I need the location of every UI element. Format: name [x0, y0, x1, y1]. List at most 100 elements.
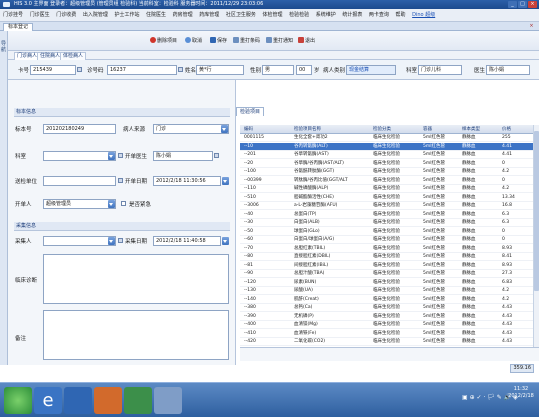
chevron-down-icon[interactable]	[108, 200, 115, 208]
menu-item-lab[interactable]: 检验检验	[289, 12, 309, 18]
table-row[interactable]: --140 肌酐(Creat) 临床生化检验 5ml红色管 静脉血 4.2	[240, 296, 533, 304]
table-row[interactable]: --80 直接胆红素(DBIL) 临床生化检验 5ml红色管 静脉血 8.41	[240, 253, 533, 262]
window-switch-icon[interactable]	[64, 387, 92, 414]
cancel-button[interactable]: 取消	[185, 37, 202, 46]
sex-field[interactable]: 男	[262, 65, 294, 75]
table-row-parent[interactable]: 0001115 生化全套+肾功2 临床生化检验 5ml红色管 静脉血 255	[240, 134, 533, 143]
menu-item-outpatient-register[interactable]: 门诊挂号	[3, 12, 23, 18]
clinic-no-field[interactable]: 16237	[107, 65, 177, 75]
menu-item-card-query[interactable]: 两卡查询	[369, 12, 389, 18]
dept-select[interactable]	[43, 151, 116, 161]
patient-type-field[interactable]: 现金结算	[346, 65, 396, 75]
remark-textarea[interactable]	[43, 310, 229, 360]
reprint-slip-button[interactable]: 重打通知	[266, 37, 293, 46]
col-item-name[interactable]: 检验项目名称	[294, 125, 321, 134]
tab-checkup[interactable]: 体检病人	[60, 52, 87, 60]
office-icon[interactable]	[94, 387, 122, 414]
menu-item-reports[interactable]: 统计报表	[342, 12, 362, 18]
browser-icon[interactable]: e	[34, 387, 62, 414]
tab-specimen-register[interactable]: 标本登记	[3, 23, 34, 31]
table-row[interactable]: --30 白蛋白(ALB) 临床生化检验 5ml红色管 静脉血 6.3	[240, 219, 533, 228]
col-sample-type[interactable]: 样本类型	[462, 125, 480, 134]
table-row[interactable]: --390 无机磷(P) 临床生化检验 5ml红色管 静脉血 4.43	[240, 313, 533, 321]
age-field[interactable]: 00	[296, 65, 312, 75]
table-row[interactable]: --10 谷丙转氨酶(ALT) 临床生化检验 5ml红色管 静脉血 4.41	[240, 142, 533, 151]
grid-scrollbar[interactable]	[533, 125, 539, 347]
col-category[interactable]: 检验分类	[373, 125, 391, 134]
table-row[interactable]: --510 胆碱酯酶活性(CHE) 临床生化检验 5ml红色管 静脉血 13.34	[240, 194, 533, 202]
table-row[interactable]: --60 白蛋白/球蛋白(A/G) 临床生化检验 5ml红色管 静脉血 0	[240, 236, 533, 245]
save-button[interactable]: 保存	[210, 37, 227, 46]
unit-field[interactable]	[43, 176, 116, 186]
calendar-dropdown-icon[interactable]	[222, 177, 229, 185]
card-reader-icon[interactable]	[77, 67, 82, 72]
col-container[interactable]: 容器	[423, 125, 432, 134]
lookup-icon[interactable]	[118, 178, 123, 183]
lookup-icon[interactable]	[178, 67, 183, 72]
col-code[interactable]: 编码	[244, 125, 253, 134]
table-row[interactable]: --3006 a-L-岩藻糖苷酶(AFU) 临床生化检验 5ml红色管 静脉血 16.8	[240, 202, 533, 211]
app-icon[interactable]	[154, 387, 182, 414]
collector-select[interactable]	[43, 236, 116, 246]
minimize-button[interactable]: _	[508, 1, 517, 8]
table-row[interactable]: --40 总蛋白(TP) 临床生化检验 5ml红色管 静脉血 6.3	[240, 211, 533, 219]
lookup-icon[interactable]	[118, 238, 123, 243]
lookup-icon[interactable]	[118, 153, 123, 158]
reprint-barcode-button[interactable]: 重打条码	[233, 37, 260, 46]
table-row[interactable]: --410 血清铁(Fe) 临床生化检验 5ml红色管 静脉血 4.43	[240, 330, 533, 338]
col-price[interactable]: 价格	[502, 125, 511, 134]
menu-item-nurse-station[interactable]: 护士工作站	[114, 12, 139, 18]
close-tab-icon[interactable]: ×	[527, 22, 536, 31]
lab-items-grid[interactable]: 0001115 生化全套+肾功2 临床生化检验 5ml红色管 静脉血 255 --10 谷丙转…	[240, 134, 533, 347]
specimen-no-field[interactable]: 201202180249	[43, 124, 116, 134]
table-row[interactable]: --00399 转肽酶/谷丙比值(GGT/ALT 临床生化检验 5ml红色管 静脉血 0	[240, 177, 533, 185]
menu-item-pharmacy[interactable]: 药房管理	[173, 12, 193, 18]
clock[interactable]: 11:32 2012/2/18	[505, 386, 537, 400]
start-button[interactable]	[4, 387, 32, 414]
maximize-button[interactable]: □	[518, 1, 527, 8]
app-icon[interactable]	[124, 387, 152, 414]
nav-rail[interactable]: 导航	[0, 31, 8, 365]
menu-user-link[interactable]: Dino 超级	[412, 12, 435, 18]
delete-item-button[interactable]: 删除项目	[150, 37, 177, 46]
chevron-down-icon[interactable]	[221, 125, 228, 133]
exit-button[interactable]: 退出	[298, 37, 315, 46]
calendar-dropdown-icon[interactable]	[222, 237, 229, 245]
table-row[interactable]: --130 尿酸(UA) 临床生化检验 5ml红色管 静脉血 4.2	[240, 287, 533, 296]
menu-item-community-health[interactable]: 社区卫生服务	[226, 12, 256, 18]
menu-item-checkup[interactable]: 体检管理	[262, 12, 282, 18]
tab-lab-items[interactable]: 检验项目	[236, 107, 265, 116]
table-row[interactable]: --50 球蛋白(GLo) 临床生化检验 5ml红色管 静脉血 0	[240, 228, 533, 236]
chevron-down-icon[interactable]	[108, 237, 115, 245]
menu-item-drug-store[interactable]: 药库管理	[199, 12, 219, 18]
close-button[interactable]: ×	[528, 1, 537, 8]
table-row[interactable]: --110 碱性磷酸酶(ALP) 临床生化检验 5ml红色管 静脉血 4.2	[240, 185, 533, 194]
table-row[interactable]: --400 血清镁(Mg) 临床生化检验 5ml红色管 静脉血 4.43	[240, 321, 533, 330]
dept-field[interactable]: 门诊儿科	[418, 65, 462, 75]
doctor-field[interactable]: 陈小娟	[486, 65, 530, 75]
menu-item-outpatient-doctor[interactable]: 门诊医生	[30, 12, 50, 18]
name-field[interactable]: 黄*行	[196, 65, 244, 75]
scrollbar-thumb[interactable]	[534, 131, 539, 291]
table-row[interactable]: --420 二氧化碳(CO2) 临床生化检验 5ml红色管 静脉血 4.43	[240, 338, 533, 347]
table-row[interactable]: --90 总胆汁酸(TBA) 临床生化检验 5ml红色管 静脉血 27.3	[240, 270, 533, 279]
lookup-icon[interactable]	[214, 153, 219, 158]
collect-date-field[interactable]: 2012/2/18 11:40:58	[153, 236, 221, 246]
table-row[interactable]: --20 谷草酶/谷丙酶(AST/ALT) 临床生化检验 5ml红色管 静脉血 0	[240, 160, 533, 168]
table-row[interactable]: --81 间接胆红素(IBiL) 临床生化检验 5ml红色管 静脉血 8.93	[240, 262, 533, 270]
source-select[interactable]: 门诊	[153, 124, 229, 134]
chevron-down-icon[interactable]	[108, 152, 115, 160]
table-row[interactable]: --201 谷草转氨酶(AST) 临床生化检验 5ml红色管 静脉血 4.41	[240, 151, 533, 160]
req-date-field[interactable]: 2012/2/18 11:30:56	[153, 176, 221, 186]
menu-item-help[interactable]: 帮助	[396, 12, 406, 18]
operator-select[interactable]: 超级管理员	[43, 199, 116, 209]
clinical-dx-textarea[interactable]	[43, 254, 229, 304]
urgent-checkbox[interactable]	[121, 201, 126, 206]
table-row[interactable]: --100 谷氨酰转肽酶(GGT) 临床生化检验 5ml红色管 静脉血 4.2	[240, 168, 533, 177]
req-doctor-field[interactable]: 陈小娟	[153, 151, 213, 161]
table-row[interactable]: --70 总胆红素(TBIL) 临床生化检验 5ml红色管 静脉血 8.93	[240, 245, 533, 253]
card-no-field[interactable]: 215439	[30, 65, 76, 75]
menu-item-outpatient-billing[interactable]: 门诊收费	[56, 12, 76, 18]
menu-item-inpatient-doctor[interactable]: 住院医生	[146, 12, 166, 18]
table-row[interactable]: --380 总钙(Ca) 临床生化检验 5ml红色管 静脉血 4.43	[240, 304, 533, 313]
